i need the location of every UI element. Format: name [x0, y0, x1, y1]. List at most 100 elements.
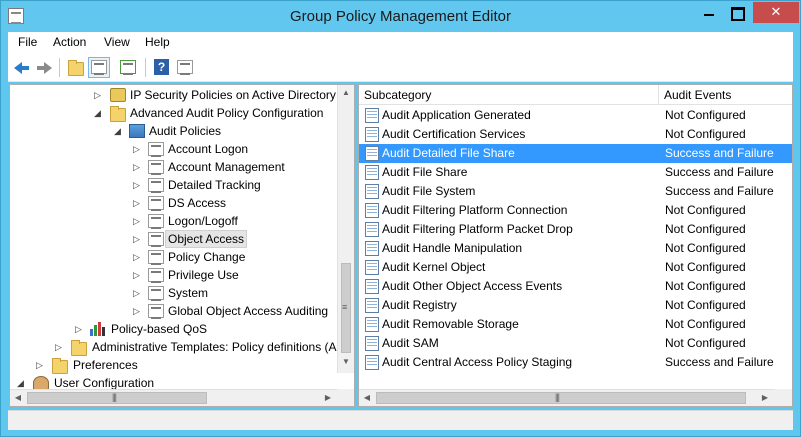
scroll-thumb[interactable]: |||	[27, 392, 207, 404]
expand-toggle[interactable]: ▷	[133, 212, 143, 230]
column-header-subcategory[interactable]: Subcategory	[359, 85, 659, 105]
export-list-button[interactable]	[118, 57, 140, 78]
expand-toggle[interactable]: ▷	[133, 230, 143, 248]
tree-node-label: Logon/Logoff	[168, 214, 238, 228]
list-horizontal-scrollbar[interactable]: ◀ ||| ▶	[359, 389, 775, 406]
tree-node-policy-change[interactable]: ▷ Policy Change	[10, 248, 340, 266]
expand-toggle[interactable]: ▷	[133, 194, 143, 212]
subcategory-cell: Audit Detailed File Share	[382, 146, 515, 160]
policy-setting-icon	[365, 298, 379, 313]
tree-node-system[interactable]: ▷ System	[10, 284, 340, 302]
audit-events-cell: Not Configured	[665, 336, 746, 350]
table-row[interactable]: Audit Certification Services Not Configu…	[359, 125, 792, 144]
table-row[interactable]: Audit Removable Storage Not Configured	[359, 315, 792, 334]
show-hide-tree-button[interactable]	[88, 57, 110, 78]
scroll-left-icon[interactable]: ◀	[361, 393, 373, 402]
tree-node-ip-security[interactable]: ▷ IP Security Policies on Active Directo…	[10, 86, 340, 104]
policy-setting-icon	[365, 336, 379, 351]
forward-button[interactable]	[33, 57, 55, 78]
expand-toggle[interactable]: ▷	[133, 302, 143, 320]
expand-toggle[interactable]: ▷	[55, 338, 65, 356]
scroll-thumb[interactable]: |||	[376, 392, 746, 404]
tree-node-preferences[interactable]: ▷ Preferences	[10, 356, 340, 374]
table-row[interactable]: Audit Application Generated Not Configur…	[359, 106, 792, 125]
expand-toggle[interactable]: ▷	[133, 248, 143, 266]
scroll-right-icon[interactable]: ▶	[759, 393, 771, 402]
lock-icon	[110, 88, 126, 102]
up-folder-button[interactable]	[65, 57, 87, 78]
tree-node-advanced-audit[interactable]: ◢ Advanced Audit Policy Configuration	[10, 104, 340, 122]
scroll-down-icon[interactable]: ▼	[338, 357, 354, 366]
table-row[interactable]: Audit Registry Not Configured	[359, 296, 792, 315]
tree-node-administrative-templates[interactable]: ▷ Administrative Templates: Policy defin…	[10, 338, 340, 356]
maximize-button[interactable]	[723, 2, 749, 23]
tree-node-global-object-access[interactable]: ▷ Global Object Access Auditing	[10, 302, 340, 320]
menu-view[interactable]: View	[104, 35, 130, 49]
title-bar[interactable]: Group Policy Management Editor ✕	[1, 1, 800, 32]
scroll-right-icon[interactable]: ▶	[322, 393, 334, 402]
table-row[interactable]: Audit Filtering Platform Connection Not …	[359, 201, 792, 220]
scroll-up-icon[interactable]: ▲	[338, 88, 354, 97]
table-row[interactable]: Audit File Share Success and Failure	[359, 163, 792, 182]
scroll-left-icon[interactable]: ◀	[12, 393, 24, 402]
properties-button[interactable]	[174, 57, 196, 78]
expand-toggle[interactable]: ▷	[36, 356, 46, 374]
column-header-audit-events[interactable]: Audit Events	[659, 85, 792, 105]
scroll-corner	[337, 389, 354, 406]
expand-toggle[interactable]: ▷	[75, 320, 85, 338]
list-icon	[148, 142, 164, 157]
expand-toggle[interactable]: ▷	[133, 266, 143, 284]
subcategory-cell: Audit SAM	[382, 336, 439, 350]
table-row[interactable]: Audit Kernel Object Not Configured	[359, 258, 792, 277]
tree-node-label: Detailed Tracking	[168, 178, 261, 192]
table-row[interactable]: Audit File System Success and Failure	[359, 182, 792, 201]
toolbar: ?	[8, 53, 793, 82]
back-button[interactable]	[11, 57, 33, 78]
policy-setting-icon	[365, 165, 379, 180]
list-icon	[148, 286, 164, 301]
properties-icon	[177, 60, 193, 75]
user-icon	[33, 376, 49, 390]
tree-node-audit-policies[interactable]: ◢ Audit Policies	[10, 122, 340, 140]
tree-horizontal-scrollbar[interactable]: ◀ ||| ▶	[10, 389, 337, 406]
tree-node-logon-logoff[interactable]: ▷ Logon/Logoff	[10, 212, 340, 230]
expand-toggle[interactable]: ▷	[133, 176, 143, 194]
tree-node-account-management[interactable]: ▷ Account Management	[10, 158, 340, 176]
tree-node-label: Policy Change	[168, 250, 246, 264]
collapse-toggle[interactable]: ◢	[94, 104, 104, 122]
tree-node-account-logon[interactable]: ▷ Account Logon	[10, 140, 340, 158]
tree-node-detailed-tracking[interactable]: ▷ Detailed Tracking	[10, 176, 340, 194]
back-icon	[14, 62, 29, 74]
table-row[interactable]: Audit Handle Manipulation Not Configured	[359, 239, 792, 258]
tree-node-object-access[interactable]: ▷ Object Access	[10, 230, 340, 248]
close-button[interactable]: ✕	[753, 2, 799, 23]
scroll-thumb[interactable]: ≡	[341, 263, 351, 353]
audit-events-cell: Not Configured	[665, 279, 746, 293]
help-button[interactable]: ?	[151, 57, 173, 78]
console-tree[interactable]: ▷ IP Security Policies on Active Directo…	[9, 84, 355, 407]
menu-action[interactable]: Action	[53, 35, 86, 49]
tree-node-policy-based-qos[interactable]: ▷ Policy-based QoS	[10, 320, 340, 338]
expand-toggle[interactable]: ▷	[133, 158, 143, 176]
tree-vertical-scrollbar[interactable]: ▲ ≡ ▼	[337, 85, 354, 373]
tree-node-privilege-use[interactable]: ▷ Privilege Use	[10, 266, 340, 284]
table-row[interactable]: Audit Filtering Platform Packet Drop Not…	[359, 220, 792, 239]
tree-node-ds-access[interactable]: ▷ DS Access	[10, 194, 340, 212]
expand-toggle[interactable]: ▷	[133, 284, 143, 302]
collapse-toggle[interactable]: ◢	[114, 122, 124, 140]
policy-setting-icon	[365, 222, 379, 237]
details-pane[interactable]: Subcategory Audit Events Audit Applicati…	[358, 84, 793, 407]
policy-setting-icon	[365, 260, 379, 275]
policy-setting-icon	[365, 279, 379, 294]
table-row[interactable]: Audit SAM Not Configured	[359, 334, 792, 353]
table-row[interactable]: Audit Other Object Access Events Not Con…	[359, 277, 792, 296]
policy-setting-icon	[365, 241, 379, 256]
expand-toggle[interactable]: ▷	[133, 140, 143, 158]
policy-setting-icon	[365, 317, 379, 332]
table-row[interactable]: Audit Central Access Policy Staging Succ…	[359, 353, 792, 372]
minimize-button[interactable]	[696, 2, 722, 23]
table-row-selected[interactable]: Audit Detailed File Share Success and Fa…	[359, 144, 792, 163]
menu-file[interactable]: File	[18, 35, 37, 49]
menu-help[interactable]: Help	[145, 35, 170, 49]
expand-toggle[interactable]: ▷	[94, 86, 104, 104]
